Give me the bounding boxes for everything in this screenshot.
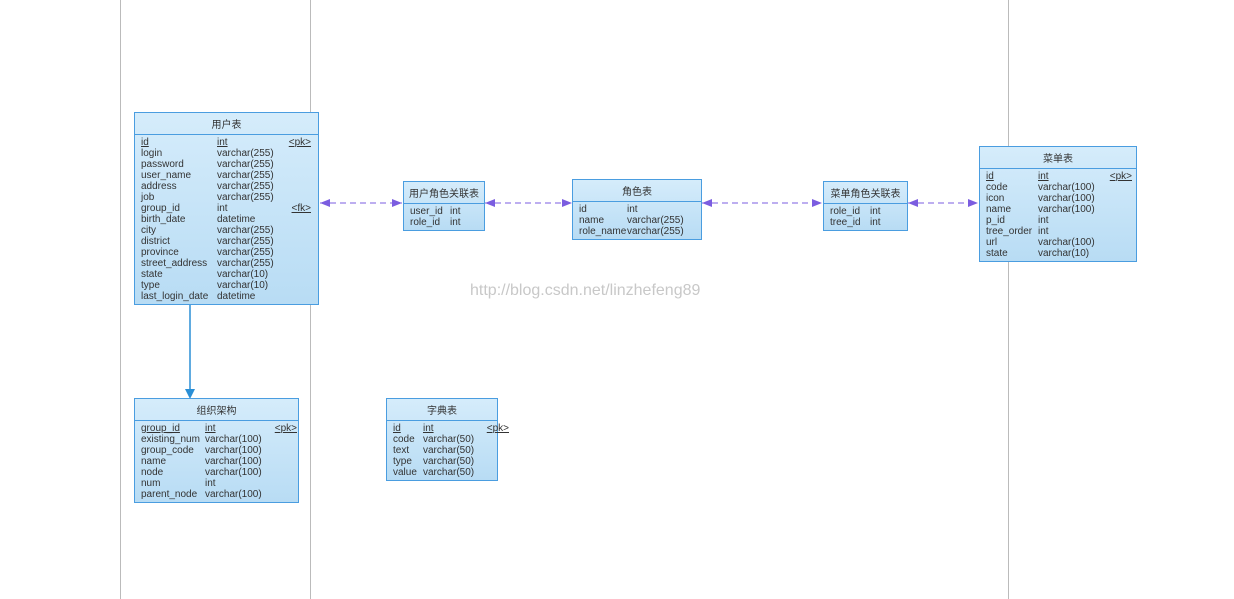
column-row: group_idint<fk>	[141, 203, 312, 214]
guide-line	[120, 0, 121, 599]
entity-body: user_idintrole_idint	[404, 204, 484, 230]
entity-title: 菜单表	[980, 147, 1136, 169]
column-row: namevarchar(255)	[579, 215, 695, 226]
watermark-text: http://blog.csdn.net/linzhefeng89	[470, 282, 700, 300]
column-row: jobvarchar(255)	[141, 192, 312, 203]
column-row: tree_orderint	[986, 226, 1130, 237]
column-row: idint	[579, 204, 695, 215]
column-row: passwordvarchar(255)	[141, 159, 312, 170]
column-row: namevarchar(100)	[986, 204, 1130, 215]
entity-title: 菜单角色关联表	[824, 182, 907, 204]
column-row: idint<pk>	[393, 423, 491, 434]
column-row: role_namevarchar(255)	[579, 226, 695, 237]
entity-body: idint<pk>codevarchar(50)textvarchar(50)t…	[387, 421, 497, 480]
column-row: loginvarchar(255)	[141, 148, 312, 159]
entity-body: idint<pk>loginvarchar(255)passwordvarcha…	[135, 135, 318, 304]
entity-role-table[interactable]: 角色表 idintnamevarchar(255)role_namevarcha…	[572, 179, 702, 240]
column-row: urlvarchar(100)	[986, 237, 1130, 248]
column-row: iconvarchar(100)	[986, 193, 1130, 204]
guide-line	[1008, 0, 1009, 599]
column-row: birth_datedatetime	[141, 214, 312, 225]
column-row: parent_nodevarchar(100)	[141, 489, 292, 500]
column-row: group_idint<pk>	[141, 423, 292, 434]
column-row: user_idint	[410, 206, 478, 217]
column-row: p_idint	[986, 215, 1130, 226]
column-row: last_login_datedatetime	[141, 291, 312, 302]
column-row: existing_numvarchar(100)	[141, 434, 292, 445]
entity-menu-table[interactable]: 菜单表 idint<pk>codevarchar(100)iconvarchar…	[979, 146, 1137, 262]
column-row: user_namevarchar(255)	[141, 170, 312, 181]
column-row: typevarchar(50)	[393, 456, 491, 467]
column-row: districtvarchar(255)	[141, 236, 312, 247]
column-row: cityvarchar(255)	[141, 225, 312, 236]
entity-body: group_idint<pk>existing_numvarchar(100)g…	[135, 421, 298, 502]
entity-body: idint<pk>codevarchar(100)iconvarchar(100…	[980, 169, 1136, 261]
column-row: idint<pk>	[141, 137, 312, 148]
column-row: idint<pk>	[986, 171, 1130, 182]
entity-menu-role-table[interactable]: 菜单角色关联表 role_idinttree_idint	[823, 181, 908, 231]
entity-body: idintnamevarchar(255)role_namevarchar(25…	[573, 202, 701, 239]
column-row: valuevarchar(50)	[393, 467, 491, 478]
entity-title: 字典表	[387, 399, 497, 421]
column-row: namevarchar(100)	[141, 456, 292, 467]
column-row: textvarchar(50)	[393, 445, 491, 456]
column-row: numint	[141, 478, 292, 489]
column-row: street_addressvarchar(255)	[141, 258, 312, 269]
entity-title: 用户表	[135, 113, 318, 135]
column-row: statevarchar(10)	[141, 269, 312, 280]
column-row: codevarchar(50)	[393, 434, 491, 445]
column-row: provincevarchar(255)	[141, 247, 312, 258]
entity-body: role_idinttree_idint	[824, 204, 907, 230]
entity-title: 组织架构	[135, 399, 298, 421]
column-row: role_idint	[830, 206, 901, 217]
entity-title: 用户角色关联表	[404, 182, 484, 204]
column-row: codevarchar(100)	[986, 182, 1130, 193]
column-row: statevarchar(10)	[986, 248, 1130, 259]
column-row: group_codevarchar(100)	[141, 445, 292, 456]
column-row: typevarchar(10)	[141, 280, 312, 291]
column-row: role_idint	[410, 217, 478, 228]
entity-user-table[interactable]: 用户表 idint<pk>loginvarchar(255)passwordva…	[134, 112, 319, 305]
column-row: addressvarchar(255)	[141, 181, 312, 192]
entity-dict-table[interactable]: 字典表 idint<pk>codevarchar(50)textvarchar(…	[386, 398, 498, 481]
entity-user-role-table[interactable]: 用户角色关联表 user_idintrole_idint	[403, 181, 485, 231]
column-row: tree_idint	[830, 217, 901, 228]
entity-title: 角色表	[573, 180, 701, 202]
column-row: nodevarchar(100)	[141, 467, 292, 478]
entity-org-table[interactable]: 组织架构 group_idint<pk>existing_numvarchar(…	[134, 398, 299, 503]
